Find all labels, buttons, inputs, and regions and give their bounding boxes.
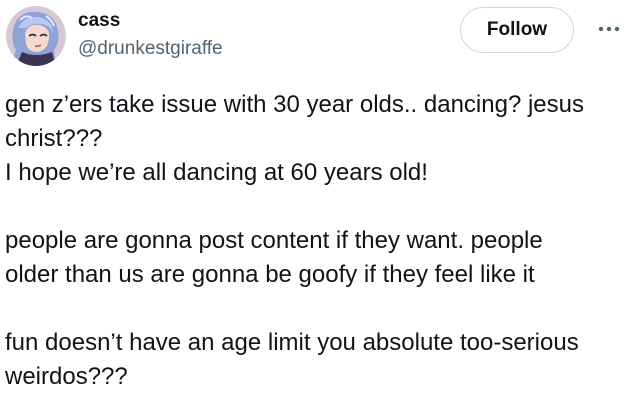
tweet-text-line: people are gonna post content if they wa…	[5, 227, 543, 254]
more-options-button[interactable]	[594, 14, 624, 44]
avatar[interactable]	[6, 6, 66, 66]
tweet-text-line: gen z’ers take issue with 30 year olds..…	[5, 91, 584, 118]
avatar-image	[6, 6, 66, 66]
tweet-text-line: weirdos???	[5, 363, 128, 390]
tweet-text-line: fun doesn’t have an age limit you absolu…	[5, 329, 579, 356]
tweet-text-line: christ???	[5, 125, 103, 152]
author-display-name[interactable]: cass	[78, 9, 120, 33]
more-horizontal-icon	[598, 26, 620, 32]
tweet-text: gen z’ers take issue with 30 year olds..…	[5, 88, 622, 394]
tweet-text-line: older than us are gonna be goofy if they…	[5, 261, 535, 288]
author-handle[interactable]: @drunkestgiraffe	[78, 37, 223, 61]
tweet-text-line: I hope we’re all dancing at 60 years old…	[5, 159, 428, 186]
follow-button[interactable]: Follow	[460, 7, 574, 53]
tweet-card: cass @drunkestgiraffe Follow gen z’ers t…	[0, 0, 627, 400]
